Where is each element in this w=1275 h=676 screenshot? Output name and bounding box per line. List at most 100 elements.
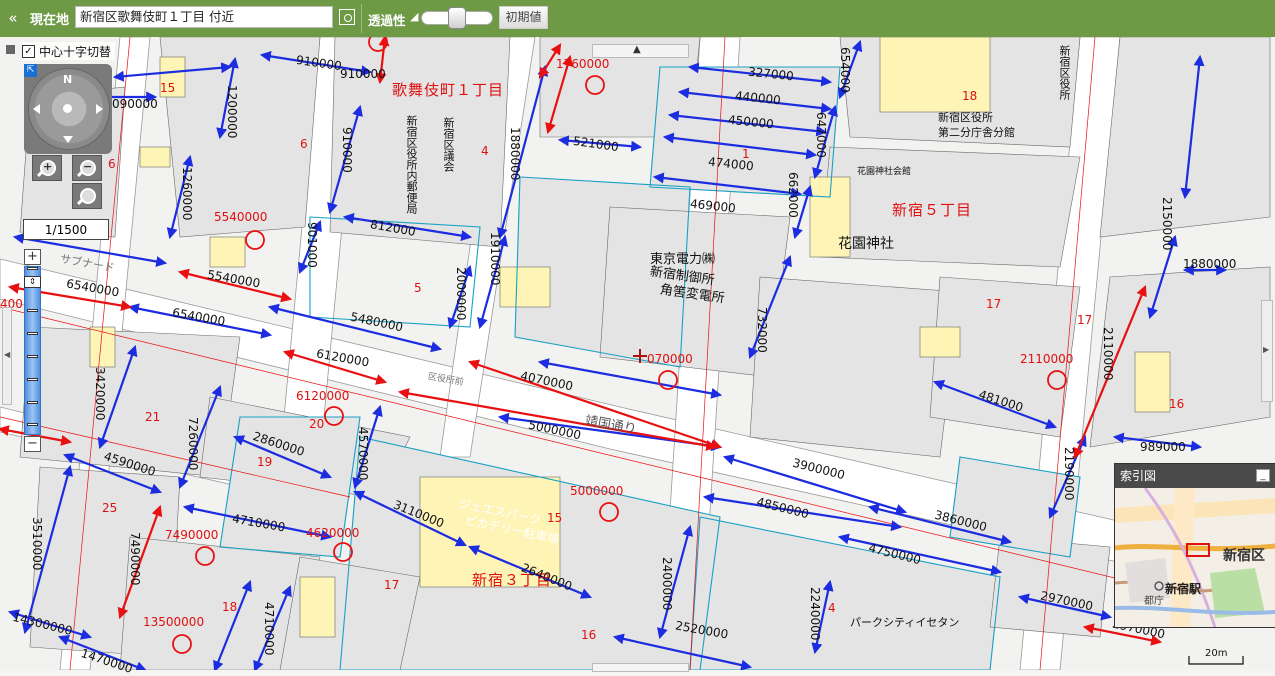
block-number: 18	[222, 600, 238, 614]
zoom-out-button[interactable]: −	[72, 155, 102, 181]
left-arrow-icon: ◀	[4, 350, 11, 359]
right-pan-handle[interactable]: ▶	[1261, 300, 1273, 402]
scale-bar-label: 20m	[1205, 648, 1228, 659]
zoom-slider-thumb[interactable]: ⇕	[24, 276, 41, 288]
block-number: 20	[309, 417, 325, 431]
value-label-red: 070000	[647, 352, 693, 366]
block-number: 6	[300, 137, 308, 151]
block-number: 4	[828, 601, 836, 615]
value-label: 090000	[112, 97, 158, 111]
index-station-label: 新宿駅	[1165, 582, 1202, 596]
index-map-title: 索引図	[1120, 469, 1157, 483]
pan-compass[interactable]: N	[24, 64, 112, 154]
bottom-pan-handle[interactable]	[592, 663, 689, 672]
minimize-button[interactable]: _	[1256, 469, 1270, 482]
index-map-panel: 索引図 _ 新宿区 新宿駅 都庁	[1114, 463, 1275, 628]
minus-symbol: −	[83, 160, 93, 173]
zoom-level-tick[interactable]	[27, 378, 38, 381]
zoom-level-tick[interactable]	[27, 423, 38, 426]
block-number: 18	[962, 89, 978, 103]
zoom-level-tick[interactable]	[27, 309, 38, 312]
facility-label: 新宿区役所	[938, 111, 993, 124]
block-number: 15	[547, 511, 563, 525]
block-number: 5	[414, 281, 422, 295]
top-pan-handle[interactable]: ▲	[592, 44, 689, 58]
crosshair-toggle[interactable]: ✓ 中心十字切替	[22, 42, 116, 60]
pan-down-icon[interactable]	[63, 136, 73, 143]
block-number: 17	[1077, 313, 1093, 327]
zoom-slider-plus[interactable]: +	[24, 249, 41, 265]
left-pan-handle[interactable]: ◀	[2, 307, 12, 405]
compass-center[interactable]	[63, 104, 72, 113]
block-number: 17	[986, 297, 1002, 311]
facility-label: 新宿区役所	[1058, 45, 1071, 100]
home-corner-icon[interactable]: ⇱	[24, 64, 37, 77]
zoom-in-button[interactable]: +	[32, 155, 62, 181]
value-label-red: 13500000	[143, 615, 205, 629]
area-name-shinjuku5: 新宿５丁目	[892, 201, 973, 219]
value-label-red: 7490000	[165, 528, 219, 542]
value-label: 654000	[838, 47, 852, 93]
location-input[interactable]: 新宿区歌舞伎町１丁目 付近	[75, 6, 333, 28]
value-label: 2190000	[1062, 447, 1076, 501]
zoom-level-tick[interactable]	[27, 401, 38, 404]
block-number: 4	[481, 144, 489, 158]
value-label: 1200000	[225, 85, 239, 139]
location-label: 現在地	[30, 13, 70, 28]
value-label: 2400000	[660, 557, 674, 611]
facility-label: 新宿区議会	[442, 117, 455, 172]
value-label: 2000000	[454, 267, 468, 321]
value-label: 910000	[340, 67, 386, 81]
zoom-area-button[interactable]	[72, 183, 102, 209]
value-label-red: 6120000	[296, 389, 350, 403]
value-label: 662000	[786, 172, 800, 218]
zoom-slider-track[interactable]	[24, 266, 41, 435]
opacity-triangle-icon: ◢	[410, 10, 419, 23]
value-label: 5540000	[214, 210, 268, 224]
block-number: 25	[102, 501, 118, 515]
block-number: 15	[160, 81, 176, 95]
opacity-slider-thumb[interactable]	[448, 7, 466, 29]
pan-right-icon[interactable]	[96, 104, 103, 114]
value-label: 7490000	[128, 532, 142, 586]
value-label: 3420000	[93, 367, 107, 421]
block-number: 16	[1169, 397, 1185, 411]
toolbar: « 現在地 新宿区歌舞伎町１丁目 付近 透過性 ◢ 初期値	[0, 0, 1275, 37]
index-map[interactable]: 新宿区 新宿駅 都庁	[1114, 487, 1275, 628]
value-label: 1880000	[508, 127, 522, 181]
zoom-level-tick[interactable]	[27, 355, 38, 358]
facility-label: 第二分庁舎分館	[938, 126, 1015, 139]
collapse-icon[interactable]: «	[4, 8, 22, 28]
zoom-level-tick[interactable]	[27, 267, 38, 270]
value-label: 732000	[755, 307, 769, 353]
area-name-kabukicho: 歌舞伎町１丁目	[392, 81, 505, 99]
block-number: 6	[108, 157, 116, 171]
facility-label: 花園神社会館	[857, 167, 912, 177]
opacity-label: 透過性	[368, 13, 406, 28]
value-label: 910000	[340, 127, 354, 173]
right-arrow-icon: ▶	[1263, 345, 1270, 354]
up-arrow-icon: ▲	[633, 44, 641, 55]
value-label: 1910000	[488, 232, 502, 286]
compass-north-label: N	[63, 73, 73, 86]
value-label: 1880000	[1183, 257, 1237, 271]
value-label: 2240000	[808, 587, 822, 641]
map-canvas[interactable]: 歌舞伎町１丁目 新宿５丁目 新宿３丁目 15 6 6 4 1 18 5 17 1…	[0, 37, 1275, 676]
facility-label: パークシティイセタン	[850, 616, 960, 629]
zoom-slider-minus[interactable]: −	[24, 436, 41, 452]
block-number: 21	[145, 410, 161, 424]
corner-marker	[6, 45, 15, 54]
reset-button[interactable]: 初期値	[499, 6, 548, 29]
zoom-level-tick[interactable]	[27, 332, 38, 335]
value-label: 1260000	[180, 167, 194, 221]
value-label: 4570000	[356, 427, 370, 481]
block-number: 19	[257, 455, 273, 469]
index-small-label: 都庁	[1144, 596, 1164, 607]
value-label-red: 2110000	[1020, 352, 1074, 366]
locate-icon[interactable]	[339, 9, 355, 25]
value-label-red: 1760000	[556, 57, 610, 71]
pan-left-icon[interactable]	[33, 104, 40, 114]
index-ward-label: 新宿区	[1223, 548, 1265, 564]
crosshair-checkbox[interactable]: ✓	[22, 44, 35, 58]
map-drawing	[0, 37, 1275, 670]
